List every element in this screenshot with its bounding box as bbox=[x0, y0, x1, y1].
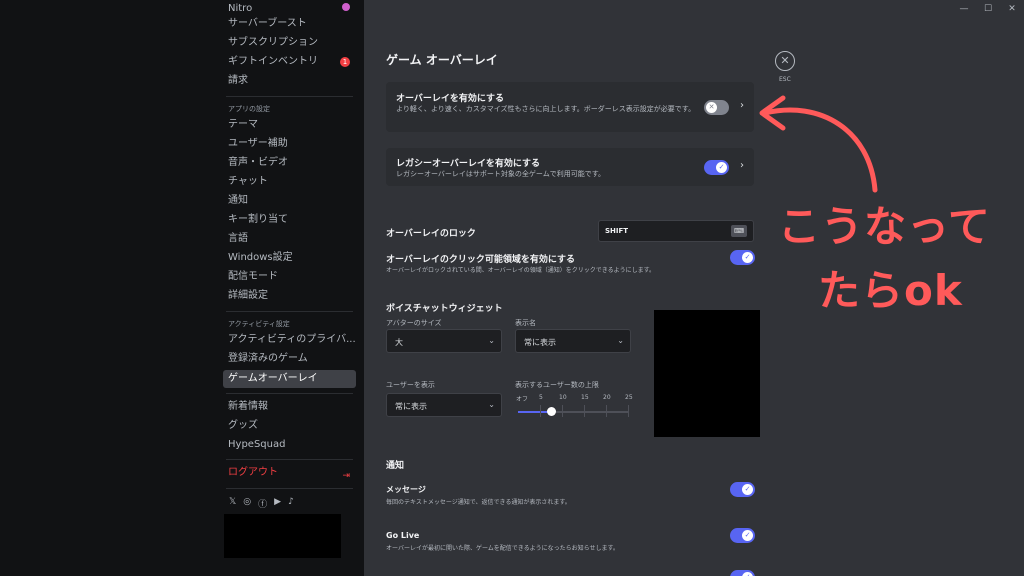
annotation-line-2: たらok bbox=[818, 266, 963, 315]
arrow-line bbox=[762, 107, 878, 193]
annotation-line-1: こうなって bbox=[778, 202, 991, 251]
